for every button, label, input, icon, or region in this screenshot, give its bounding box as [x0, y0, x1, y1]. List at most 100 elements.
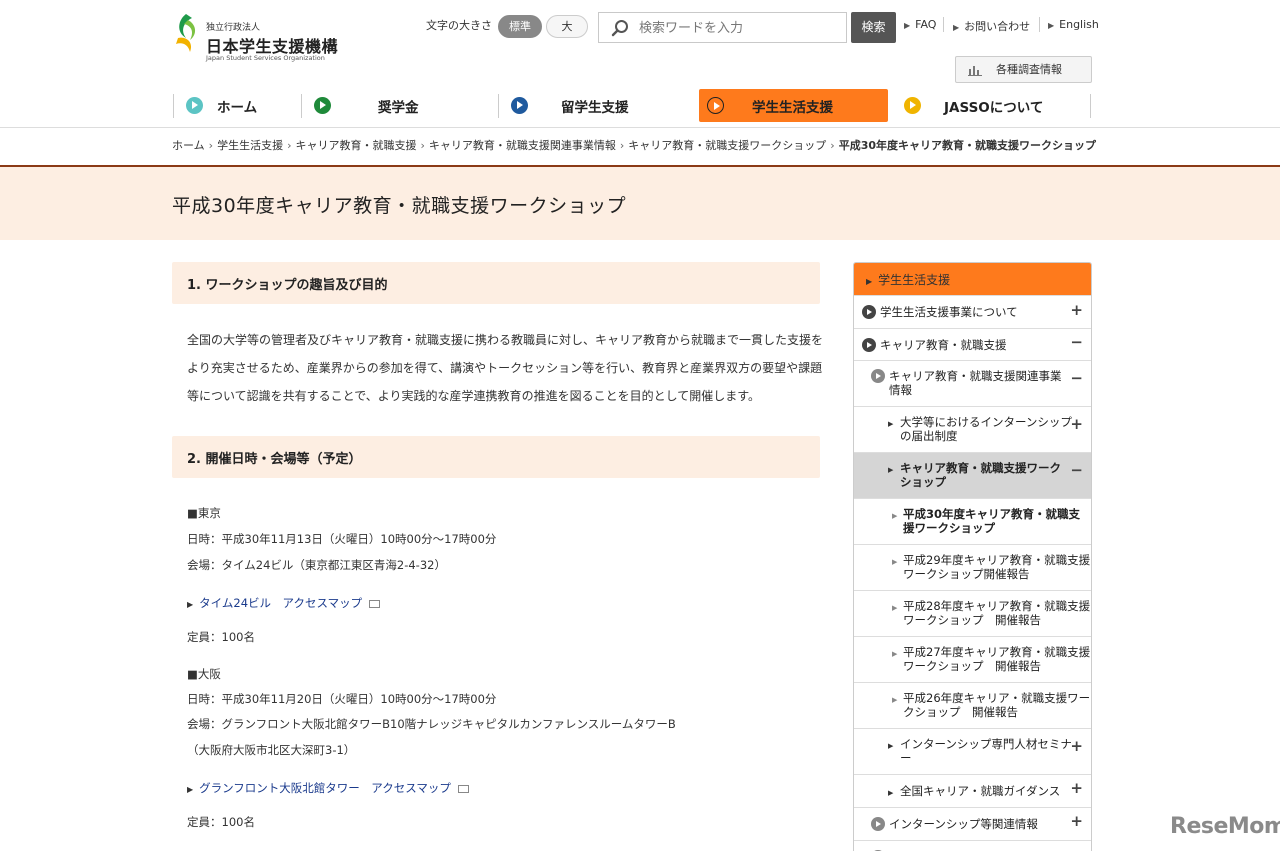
side-item-more[interactable] — [854, 840, 1091, 851]
side-item-career-support[interactable]: キャリア教育・就職支援 − — [854, 328, 1091, 360]
breadcrumb-current: 平成30年度キャリア教育・就職支援ワークショップ — [838, 139, 1097, 152]
side-item-internship-notification[interactable]: ▶ 大学等におけるインターンシップ の届出制度 + — [854, 406, 1091, 452]
arrow-right-icon: ▶ — [892, 604, 898, 612]
collapse-icon[interactable]: − — [1070, 463, 1083, 478]
external-window-icon — [369, 600, 381, 608]
side-item-label-line2: ショップ — [900, 475, 946, 489]
expand-icon[interactable]: + — [1070, 417, 1083, 432]
side-item-label-line2: ワークショップ 開催報告 — [903, 613, 1041, 627]
divider — [1039, 17, 1040, 32]
arrow-circle-icon — [862, 305, 876, 319]
search-icon — [611, 20, 628, 37]
side-item-student-support-about[interactable]: 学生生活支援事業について + — [854, 295, 1091, 328]
side-item-h29-report[interactable]: ▶ 平成29年度キャリア教育・就職支援 ワークショップ開催報告 — [854, 544, 1091, 590]
osaka-address: （大阪府大阪市北区大深町3-1） — [187, 743, 356, 757]
jasso-logo[interactable]: 独立行政法人 日本学生支援機構 Japan Student Services O… — [172, 12, 352, 64]
nav-home-label: ホーム — [217, 100, 258, 116]
arrow-right-icon: ▶ — [187, 785, 194, 794]
osaka-venue: 会場：グランフロント大阪北館タワーB10階ナレッジキャピタルカンファレンスルーム… — [187, 717, 676, 731]
osaka-access-map-label: グランフロント大阪北館タワー アクセスマップ — [199, 781, 451, 795]
side-item-label-line1: キャリア教育・就職支援ワーク — [900, 461, 1061, 475]
breadcrumb-item[interactable]: キャリア教育・就職支援 — [295, 139, 416, 152]
section-heading-purpose: 1. ワークショップの趣旨及び目的 — [172, 262, 820, 304]
nav-international-students[interactable]: 留学生支援 — [499, 89, 696, 122]
expand-icon[interactable]: + — [1070, 781, 1083, 796]
side-navigation: ▶ 学生生活支援 学生生活支援事業について + キャリア教育・就職支援 − キャリ… — [853, 262, 1092, 851]
osaka-capacity: 定員：100名 — [187, 815, 255, 829]
side-item-internship-seminar[interactable]: ▶ インターンシップ専門人材セミナー + — [854, 728, 1091, 774]
side-item-label: インターンシップ専門人材セミナー — [900, 737, 1072, 765]
breadcrumb-item[interactable]: 学生生活支援 — [217, 139, 283, 152]
side-item-label: キャリア教育・就職支援ワーク ショップ — [900, 461, 1061, 489]
nav-about-jasso[interactable]: JASSOについて — [889, 89, 1090, 122]
chevron-right-icon: › — [208, 139, 214, 152]
arrow-circle-icon — [511, 97, 528, 114]
side-item-career-workshop[interactable]: ▶ キャリア教育・就職支援ワーク ショップ − — [854, 452, 1091, 498]
side-item-h27-report[interactable]: ▶ 平成27年度キャリア教育・就職支援 ワークショップ 開催報告 — [854, 636, 1091, 682]
search-input[interactable] — [639, 17, 839, 39]
collapse-icon[interactable]: − — [1070, 371, 1083, 386]
expand-icon[interactable]: + — [1070, 739, 1083, 754]
faq-link[interactable]: ▶ FAQ — [904, 18, 936, 31]
breadcrumb-item[interactable]: キャリア教育・就職支援ワークショップ — [628, 139, 826, 152]
arrow-right-icon: ▶ — [888, 420, 894, 428]
side-nav-header[interactable]: ▶ 学生生活支援 — [854, 263, 1091, 295]
arrow-right-icon: ▶ — [892, 650, 898, 658]
logo-english: Japan Student Services Organization — [206, 54, 325, 62]
side-item-label-line2: ワークショップ 開催報告 — [903, 659, 1041, 673]
side-item-label: インターンシップ等関連情報 — [889, 817, 1038, 831]
side-item-label-line2: クショップ 開催報告 — [903, 705, 1018, 719]
collapse-icon[interactable]: − — [1070, 335, 1083, 350]
side-item-label-line2: 援ワークショップ — [903, 521, 995, 535]
english-link[interactable]: ▶ English — [1048, 18, 1099, 31]
breadcrumb-item[interactable]: ホーム — [172, 139, 205, 152]
font-size-large-button[interactable]: 大 — [546, 15, 588, 38]
font-size-standard-button[interactable]: 標準 — [498, 15, 542, 38]
arrow-right-icon: ▶ — [892, 696, 898, 704]
side-item-label: 学生生活支援事業について — [880, 305, 1018, 319]
contact-label: お問い合わせ — [964, 20, 1031, 33]
logo-small-text: 独立行政法人 — [206, 23, 261, 33]
page-title: 平成30年度キャリア教育・就職支援ワークショップ — [172, 195, 627, 217]
side-item-label: 平成30年度キャリア教育・就職支 援ワークショップ — [903, 507, 1080, 535]
chevron-right-icon: › — [619, 139, 625, 152]
expand-icon[interactable]: + — [1070, 303, 1083, 318]
arrow-right-icon: ▶ — [953, 23, 960, 32]
side-item-label: 平成26年度キャリア・就職支援ワー クショップ 開催報告 — [903, 691, 1090, 719]
side-item-label-line1: 平成30年度キャリア教育・就職支 — [903, 507, 1081, 521]
nav-scholarship[interactable]: 奨学金 — [302, 89, 498, 122]
side-item-label: 全国キャリア・就職ガイダンス — [900, 784, 1061, 798]
arrow-right-icon: ▶ — [187, 600, 194, 609]
external-window-icon — [457, 785, 469, 793]
side-item-h26-report[interactable]: ▶ 平成26年度キャリア・就職支援ワー クショップ 開催報告 — [854, 682, 1091, 728]
side-nav-header-label: 学生生活支援 — [878, 273, 951, 287]
chevron-right-icon: › — [287, 139, 292, 152]
side-item-label-line1: 平成29年度キャリア教育・就職支援 — [903, 553, 1091, 567]
side-item-career-guidance[interactable]: ▶ 全国キャリア・就職ガイダンス + — [854, 774, 1091, 807]
osaka-access-map-link[interactable]: ▶ グランフロント大阪北館タワー アクセスマップ — [187, 780, 469, 796]
arrow-right-icon: ▶ — [866, 277, 873, 286]
side-item-career-related-info[interactable]: キャリア教育・就職支援関連事業 情報 − — [854, 360, 1091, 406]
tokyo-access-map-link[interactable]: ▶ タイム24ビル アクセスマップ — [187, 595, 381, 611]
tokyo-capacity: 定員：100名 — [187, 630, 255, 644]
search-button[interactable]: 検索 — [851, 12, 896, 43]
side-item-h30-workshop[interactable]: ▶ 平成30年度キャリア教育・就職支 援ワークショップ — [854, 498, 1091, 544]
side-item-label: キャリア教育・就職支援 — [880, 338, 1007, 352]
side-item-h28-report[interactable]: ▶ 平成28年度キャリア教育・就職支援 ワークショップ 開催報告 — [854, 590, 1091, 636]
header-divider — [0, 127, 1280, 128]
nav-student-support-label: 学生生活支援 — [752, 100, 833, 116]
arrow-circle-icon — [707, 97, 724, 114]
bar-chart-icon — [968, 66, 982, 76]
side-item-label: キャリア教育・就職支援関連事業 情報 — [889, 369, 1062, 397]
nav-home[interactable]: ホーム — [174, 89, 301, 122]
side-item-internship-related[interactable]: インターンシップ等関連情報 + — [854, 807, 1091, 840]
tokyo-access-map-label: タイム24ビル アクセスマップ — [199, 596, 363, 610]
font-size-label: 文字の大きさ — [426, 19, 492, 32]
nav-student-support[interactable]: 学生生活支援 — [699, 89, 888, 122]
survey-info-button[interactable]: 各種調査情報 — [955, 56, 1092, 83]
contact-link[interactable]: ▶ お問い合わせ — [953, 18, 1030, 34]
breadcrumb-item[interactable]: キャリア教育・就職支援関連事業情報 — [429, 139, 616, 152]
chevron-right-icon: › — [830, 139, 835, 152]
section-heading-schedule: 2. 開催日時・会場等（予定） — [172, 436, 820, 478]
expand-icon[interactable]: + — [1070, 814, 1083, 829]
